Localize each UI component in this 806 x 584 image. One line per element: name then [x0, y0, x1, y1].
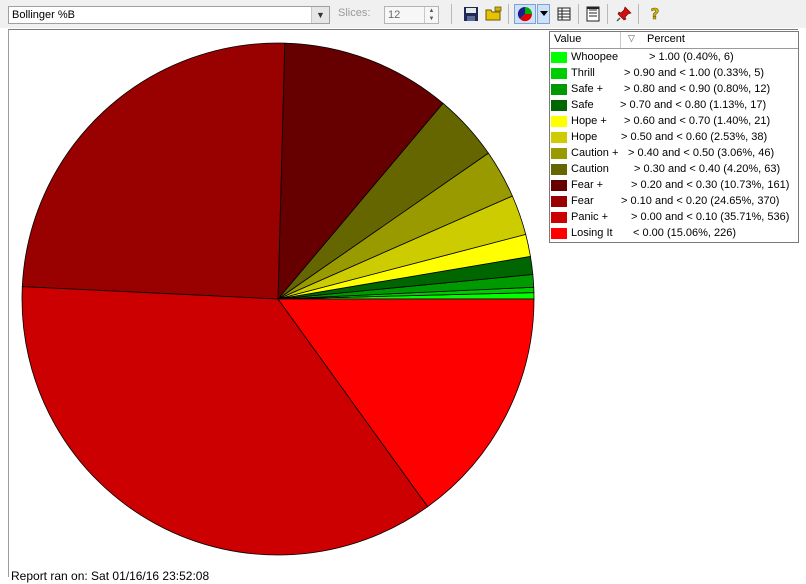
legend-label: Losing It: [571, 227, 613, 239]
legend-label: Caution: [571, 163, 609, 175]
pie-slice-fear[interactable]: [21, 42, 286, 300]
legend-value: > 0.30 and < 0.40 (4.20%, 63): [634, 163, 781, 175]
legend-swatch: [551, 180, 567, 191]
legend-row[interactable]: Thrill > 0.90 and < 1.00 (0.33%, 5): [550, 66, 798, 82]
legend-value: > 0.90 and < 1.00 (0.33%, 5): [624, 67, 765, 79]
legend-value: < 0.00 (15.06%, 226): [633, 227, 737, 239]
legend-row[interactable]: Whoopee > 1.00 (0.40%, 6): [550, 50, 798, 66]
legend-label: Whoopee: [571, 51, 619, 63]
sort-icon[interactable]: ▽: [628, 33, 635, 44]
legend-swatch: [551, 212, 567, 223]
legend-header-percent[interactable]: Percent: [647, 33, 685, 45]
legend-swatch: [551, 68, 567, 79]
legend-value: > 0.10 and < 0.20 (24.65%, 370): [621, 195, 780, 207]
legend-label: Hope: [571, 131, 598, 143]
legend-label: Caution +: [571, 147, 619, 159]
legend-label: Thrill: [571, 67, 595, 79]
report-timestamp: Report ran on: Sat 01/16/16 23:52:08: [11, 569, 210, 583]
legend-row[interactable]: Panic + > 0.00 and < 0.10 (35.71%, 536): [550, 210, 798, 226]
legend-row[interactable]: Safe + > 0.80 and < 0.90 (0.80%, 12): [550, 82, 798, 98]
legend-swatch: [551, 52, 567, 63]
legend-row[interactable]: Fear > 0.10 and < 0.20 (24.65%, 370): [550, 194, 798, 210]
legend-swatch: [551, 100, 567, 111]
legend-swatch: [551, 196, 567, 207]
legend-value: > 0.70 and < 0.80 (1.13%, 17): [620, 99, 767, 111]
legend-header: Value ▽ Percent: [550, 32, 798, 49]
legend: Value ▽ Percent Whoopee > 1.00 (0.40%, 6)…: [549, 31, 799, 243]
legend-label: Safe: [571, 99, 594, 111]
legend-label: Fear: [571, 195, 594, 207]
legend-value: > 0.60 and < 0.70 (1.40%, 21): [624, 115, 771, 127]
legend-row[interactable]: Caution > 0.30 and < 0.40 (4.20%, 63): [550, 162, 798, 178]
legend-value: > 0.20 and < 0.30 (10.73%, 161): [631, 179, 790, 191]
legend-value: > 0.00 and < 0.10 (35.71%, 536): [631, 211, 790, 223]
legend-label: Hope +: [571, 115, 607, 127]
legend-swatch: [551, 132, 567, 143]
legend-row[interactable]: Fear + > 0.20 and < 0.30 (10.73%, 161): [550, 178, 798, 194]
legend-header-value[interactable]: Value: [554, 33, 581, 45]
legend-header-divider: [620, 32, 621, 48]
legend-swatch: [551, 148, 567, 159]
legend-value: > 1.00 (0.40%, 6): [649, 51, 734, 63]
legend-value: > 0.80 and < 0.90 (0.80%, 12): [624, 83, 771, 95]
legend-row[interactable]: Safe > 0.70 and < 0.80 (1.13%, 17): [550, 98, 798, 114]
legend-label: Fear +: [571, 179, 604, 191]
legend-row[interactable]: Hope + > 0.60 and < 0.70 (1.40%, 21): [550, 114, 798, 130]
legend-row[interactable]: Losing It < 0.00 (15.06%, 226): [550, 226, 798, 242]
legend-label: Panic +: [571, 211, 608, 223]
legend-swatch: [551, 84, 567, 95]
legend-value: > 0.40 and < 0.50 (3.06%, 46): [628, 147, 775, 159]
legend-value: > 0.50 and < 0.60 (2.53%, 38): [621, 131, 768, 143]
legend-label: Safe +: [571, 83, 604, 95]
legend-row[interactable]: Hope > 0.50 and < 0.60 (2.53%, 38): [550, 130, 798, 146]
legend-swatch: [551, 164, 567, 175]
legend-swatch: [551, 116, 567, 127]
legend-row[interactable]: Caution + > 0.40 and < 0.50 (3.06%, 46): [550, 146, 798, 162]
legend-swatch: [551, 228, 567, 239]
